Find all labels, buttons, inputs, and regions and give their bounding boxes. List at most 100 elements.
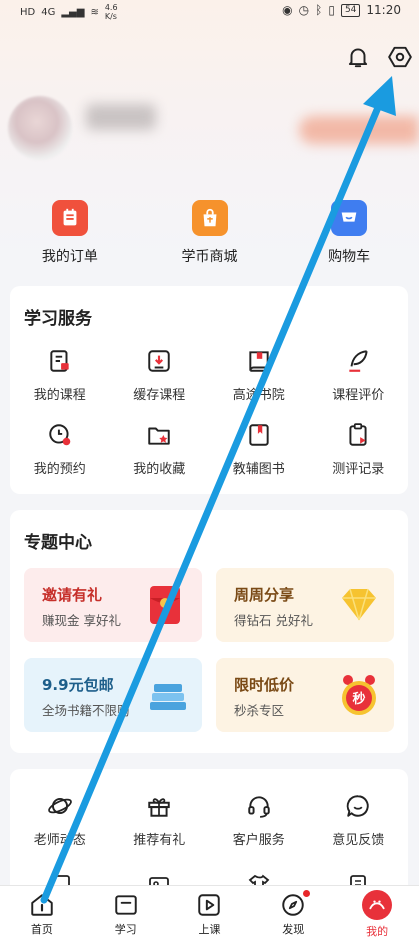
quick-label: 购物车 <box>328 249 371 265</box>
quick-label: 学币商城 <box>181 249 238 265</box>
home-icon <box>31 894 53 916</box>
network-type: 4G <box>41 6 56 18</box>
topic-free-shipping[interactable]: 9.9元包邮 全场书籍不限购 <box>24 658 202 732</box>
service-gaotu-academy[interactable]: 高途书院 <box>209 348 309 422</box>
network-speed: 4.6 <box>104 3 118 12</box>
service-my-appointments[interactable]: 我的预约 <box>10 422 110 496</box>
clipboard-icon <box>349 423 367 446</box>
service-label: 课程评价 <box>332 388 385 403</box>
order-icon <box>51 200 88 236</box>
tab-label: 我的 <box>366 925 389 938</box>
topic-subtitle: 秒杀专区 <box>234 703 285 718</box>
eye-icon: ◉ <box>282 3 293 17</box>
service-my-favorites[interactable]: 我的收藏 <box>110 422 210 496</box>
service-teacher-updates[interactable]: 老师动态 <box>10 793 110 867</box>
quick-actions: 我的订单 学币商城 购物车 <box>0 200 419 266</box>
chat-smile-icon <box>347 795 369 817</box>
network-speed-unit: K/s <box>104 12 117 21</box>
quick-cart[interactable]: 购物车 <box>279 200 419 266</box>
feather-icon <box>349 350 368 372</box>
gift-icon <box>148 798 170 817</box>
tab-class[interactable]: 上课 <box>168 886 252 942</box>
compass-icon <box>282 894 305 916</box>
alarm-clock-text: 秒 <box>352 691 365 707</box>
book-icon <box>249 351 269 372</box>
section-title: 专题中心 <box>24 533 92 553</box>
books-icon <box>150 684 186 710</box>
service-label: 测评记录 <box>332 462 385 477</box>
topic-weekly-share[interactable]: 周周分享 得钻石 兑好礼 <box>216 568 394 642</box>
service-supplementary-books[interactable]: 教辅图书 <box>209 422 309 496</box>
bluetooth-icon: ᛒ <box>315 3 323 17</box>
topic-subtitle: 赚现金 享好礼 <box>42 613 121 628</box>
profile-header[interactable] <box>0 96 419 166</box>
topic-title: 9.9元包邮 <box>42 676 114 694</box>
section-title: 学习服务 <box>24 309 92 329</box>
study-icon <box>114 895 137 915</box>
mine-icon <box>362 890 393 920</box>
topic-invite-reward[interactable]: 邀请有礼 赚现金 享好礼 <box>24 568 202 642</box>
signal-indicator: HD <box>20 6 36 18</box>
download-icon <box>148 350 170 372</box>
service-label: 意见反馈 <box>332 833 385 848</box>
service-label: 推荐有礼 <box>133 833 186 848</box>
service-my-courses[interactable]: 我的课程 <box>10 348 110 422</box>
tab-label: 首页 <box>30 923 53 936</box>
topic-title: 周周分享 <box>234 586 295 604</box>
settings-hex-icon[interactable] <box>387 44 413 70</box>
service-customer-service[interactable]: 客户服务 <box>209 793 309 867</box>
battery-indicator: 54 <box>340 3 361 17</box>
quick-my-orders[interactable]: 我的订单 <box>0 200 140 266</box>
vibrate-icon: ▯ <box>328 3 335 17</box>
course-icon <box>50 350 69 372</box>
cart-icon <box>331 200 368 236</box>
status-bar: HD 4G ▂▄▆ ≋ 4.6 K/s ◉ ◷ ᛒ ▯ 54 11:20 <box>0 0 419 22</box>
topic-subtitle: 全场书籍不限购 <box>42 703 130 718</box>
service-label: 老师动态 <box>33 833 86 848</box>
tab-discover[interactable]: 发现 <box>251 886 335 942</box>
tab-label: 上课 <box>198 923 221 936</box>
bell-icon[interactable] <box>345 44 371 70</box>
service-cached-courses[interactable]: 缓存课程 <box>110 348 210 422</box>
status-time: 11:20 <box>366 3 401 17</box>
wifi-icon: ≋ <box>90 6 99 18</box>
shop-bag-icon <box>191 200 228 236</box>
play-icon <box>198 894 221 916</box>
tab-home[interactable]: 首页 <box>0 886 84 942</box>
service-label: 教辅图书 <box>232 462 285 477</box>
service-label: 缓存课程 <box>133 388 186 403</box>
diamond-icon <box>342 588 376 621</box>
topic-center-card: 专题中心 邀请有礼 赚现金 享好礼 周周分享 得钻石 兑好礼 9.9元包邮 全场… <box>10 510 408 753</box>
planet-icon <box>47 797 72 815</box>
tab-label: 学习 <box>114 923 137 936</box>
red-envelope-icon <box>150 586 180 624</box>
service-course-review[interactable]: 课程评价 <box>309 348 409 422</box>
learning-services-card: 学习服务 我的课程 缓存课程 高途书院 课程评价 我的预约 我的收藏 教辅图书 <box>10 286 408 494</box>
quick-label: 我的订单 <box>41 249 98 265</box>
service-feedback[interactable]: 意见反馈 <box>309 793 409 867</box>
tab-mine[interactable]: 我的 <box>335 886 419 942</box>
topic-subtitle: 得钻石 兑好礼 <box>234 613 313 628</box>
notification-dot <box>303 890 311 897</box>
topic-title: 邀请有礼 <box>42 586 103 604</box>
service-label: 我的预约 <box>33 462 86 477</box>
tab-study[interactable]: 学习 <box>84 886 168 942</box>
bookmark-book-icon <box>249 424 269 446</box>
topic-flash-sale[interactable]: 限时低价 秒杀专区 秒 <box>216 658 394 732</box>
service-label: 我的课程 <box>33 388 86 403</box>
quick-coin-mall[interactable]: 学币商城 <box>140 200 280 266</box>
service-label: 客户服务 <box>232 833 285 848</box>
clock-icon <box>49 424 71 446</box>
service-referral-reward[interactable]: 推荐有礼 <box>110 793 210 867</box>
service-label: 高途书院 <box>232 388 285 403</box>
membership-badge-blurred[interactable] <box>299 116 419 144</box>
signal-bars-icon: ▂▄▆ <box>61 6 85 18</box>
username-blurred <box>86 104 156 130</box>
topic-title: 限时低价 <box>234 676 295 694</box>
tab-label: 发现 <box>282 923 305 936</box>
service-assessment-records[interactable]: 测评记录 <box>309 422 409 496</box>
folder-star-icon <box>148 427 170 445</box>
headset-icon <box>248 796 270 818</box>
alarm-clock-icon: 秒 <box>342 675 376 715</box>
avatar[interactable] <box>8 96 72 160</box>
